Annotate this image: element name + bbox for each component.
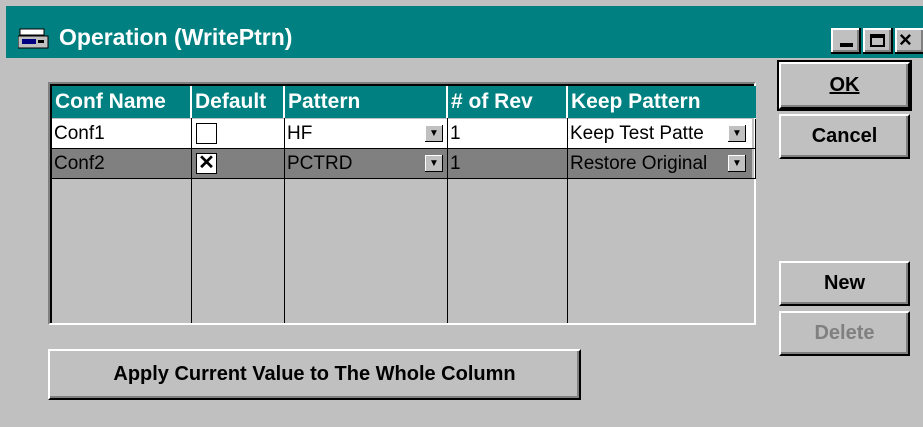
cancel-button[interactable]: Cancel [779, 114, 910, 159]
dropdown-arrow-icon[interactable]: ▼ [425, 155, 443, 172]
minimize-button[interactable] [831, 28, 861, 54]
new-button[interactable]: New [779, 261, 910, 306]
app-icon [18, 28, 49, 49]
cell-rev[interactable]: 1 [448, 149, 568, 179]
minimize-icon [840, 43, 853, 47]
delete-button[interactable]: Delete [779, 311, 910, 356]
column-divider [567, 118, 568, 323]
column-divider [191, 118, 192, 323]
configuration-grid[interactable]: Conf Name Default Pattern # of Rev Keep … [48, 82, 756, 325]
title-bar[interactable]: Operation (WritePtrn) × [6, 6, 923, 58]
cell-conf-name[interactable]: Conf2 [52, 149, 192, 179]
dropdown-arrow-icon[interactable]: ▼ [728, 155, 746, 172]
ok-button[interactable]: OK [777, 60, 912, 111]
keep-pattern-value: Keep Test Patte [570, 123, 704, 144]
window-title: Operation (WritePtrn) [59, 24, 293, 50]
column-divider [284, 118, 285, 323]
ok-button-label: OK [829, 74, 860, 96]
cell-rev[interactable]: 1 [448, 119, 568, 149]
column-divider [447, 118, 448, 323]
cancel-button-label: Cancel [811, 125, 878, 147]
default-checkbox[interactable]: ✕ [196, 153, 217, 174]
maximize-icon [870, 34, 885, 47]
delete-button-label: Delete [814, 322, 875, 344]
column-header-default[interactable]: Default [192, 86, 285, 118]
cell-keep-pattern[interactable]: Restore Original ▼ [568, 149, 756, 179]
column-header-rev[interactable]: # of Rev [448, 86, 568, 118]
table-row[interactable]: Conf1 HF ▼ 1 Keep Test Patte ▼ [52, 119, 756, 149]
default-checkbox[interactable] [196, 123, 217, 144]
column-header-conf-name[interactable]: Conf Name [52, 86, 192, 118]
close-button[interactable]: × [895, 28, 923, 54]
column-header-keep-pattern[interactable]: Keep Pattern [568, 86, 756, 118]
keep-pattern-value: Restore Original [570, 153, 708, 174]
cell-conf-name[interactable]: Conf1 [52, 119, 192, 149]
dropdown-arrow-icon[interactable]: ▼ [728, 125, 746, 142]
cell-pattern[interactable]: PCTRD ▼ [285, 149, 448, 179]
table-row[interactable]: Conf2 ✕ PCTRD ▼ 1 Restore Original ▼ [52, 149, 756, 179]
apply-button-label: Apply Current Value to The Whole Column [113, 363, 516, 385]
dropdown-arrow-icon[interactable]: ▼ [425, 125, 443, 142]
pattern-value: HF [287, 123, 313, 144]
cell-pattern[interactable]: HF ▼ [285, 119, 448, 149]
cell-default[interactable] [192, 119, 285, 149]
apply-to-column-button[interactable]: Apply Current Value to The Whole Column [48, 349, 581, 400]
pattern-value: PCTRD [287, 153, 353, 174]
close-icon: × [899, 27, 912, 52]
new-button-label: New [823, 272, 866, 294]
maximize-button[interactable] [863, 28, 893, 54]
dialog-window: Operation (WritePtrn) × Conf Name Defaul… [0, 0, 923, 427]
column-header-pattern[interactable]: Pattern [285, 86, 448, 118]
cell-keep-pattern[interactable]: Keep Test Patte ▼ [568, 119, 756, 149]
cell-default[interactable]: ✕ [192, 149, 285, 179]
